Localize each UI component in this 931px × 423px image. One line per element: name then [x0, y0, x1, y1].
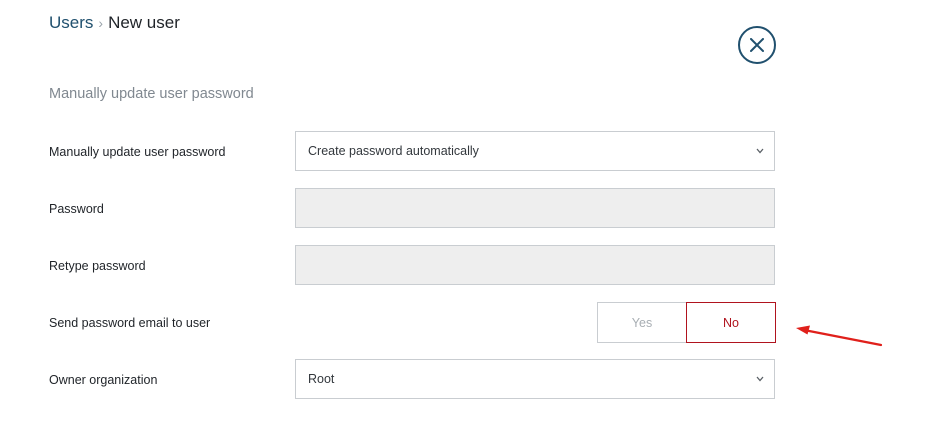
password-label: Password: [49, 202, 104, 216]
breadcrumb-users-link[interactable]: Users: [49, 13, 93, 33]
send-email-label: Send password email to user: [49, 316, 211, 330]
breadcrumb-current: New user: [108, 13, 180, 32]
send-email-no-button[interactable]: No: [686, 302, 776, 343]
chevron-down-icon: [756, 148, 764, 154]
password-mode-select[interactable]: Create password automatically: [295, 131, 775, 171]
password-mode-value: Create password automatically: [308, 144, 479, 158]
send-email-yes-button[interactable]: Yes: [597, 302, 686, 343]
owner-org-value: Root: [308, 372, 335, 386]
owner-org-select[interactable]: Root: [295, 359, 775, 399]
chevron-down-icon: [756, 376, 764, 382]
password-mode-label: Manually update user password: [49, 145, 226, 159]
close-icon: [750, 38, 764, 52]
password-input[interactable]: [295, 188, 775, 228]
retype-password-input[interactable]: [295, 245, 775, 285]
send-email-toggle: Yes No: [597, 302, 776, 343]
breadcrumb: Users › New user: [49, 13, 180, 33]
red-arrow-annotation: [796, 325, 883, 347]
section-title: Manually update user password: [49, 86, 254, 102]
retype-password-label: Retype password: [49, 259, 146, 273]
breadcrumb-separator: ›: [98, 15, 104, 31]
close-button[interactable]: [738, 26, 776, 64]
owner-org-label: Owner organization: [49, 373, 158, 387]
